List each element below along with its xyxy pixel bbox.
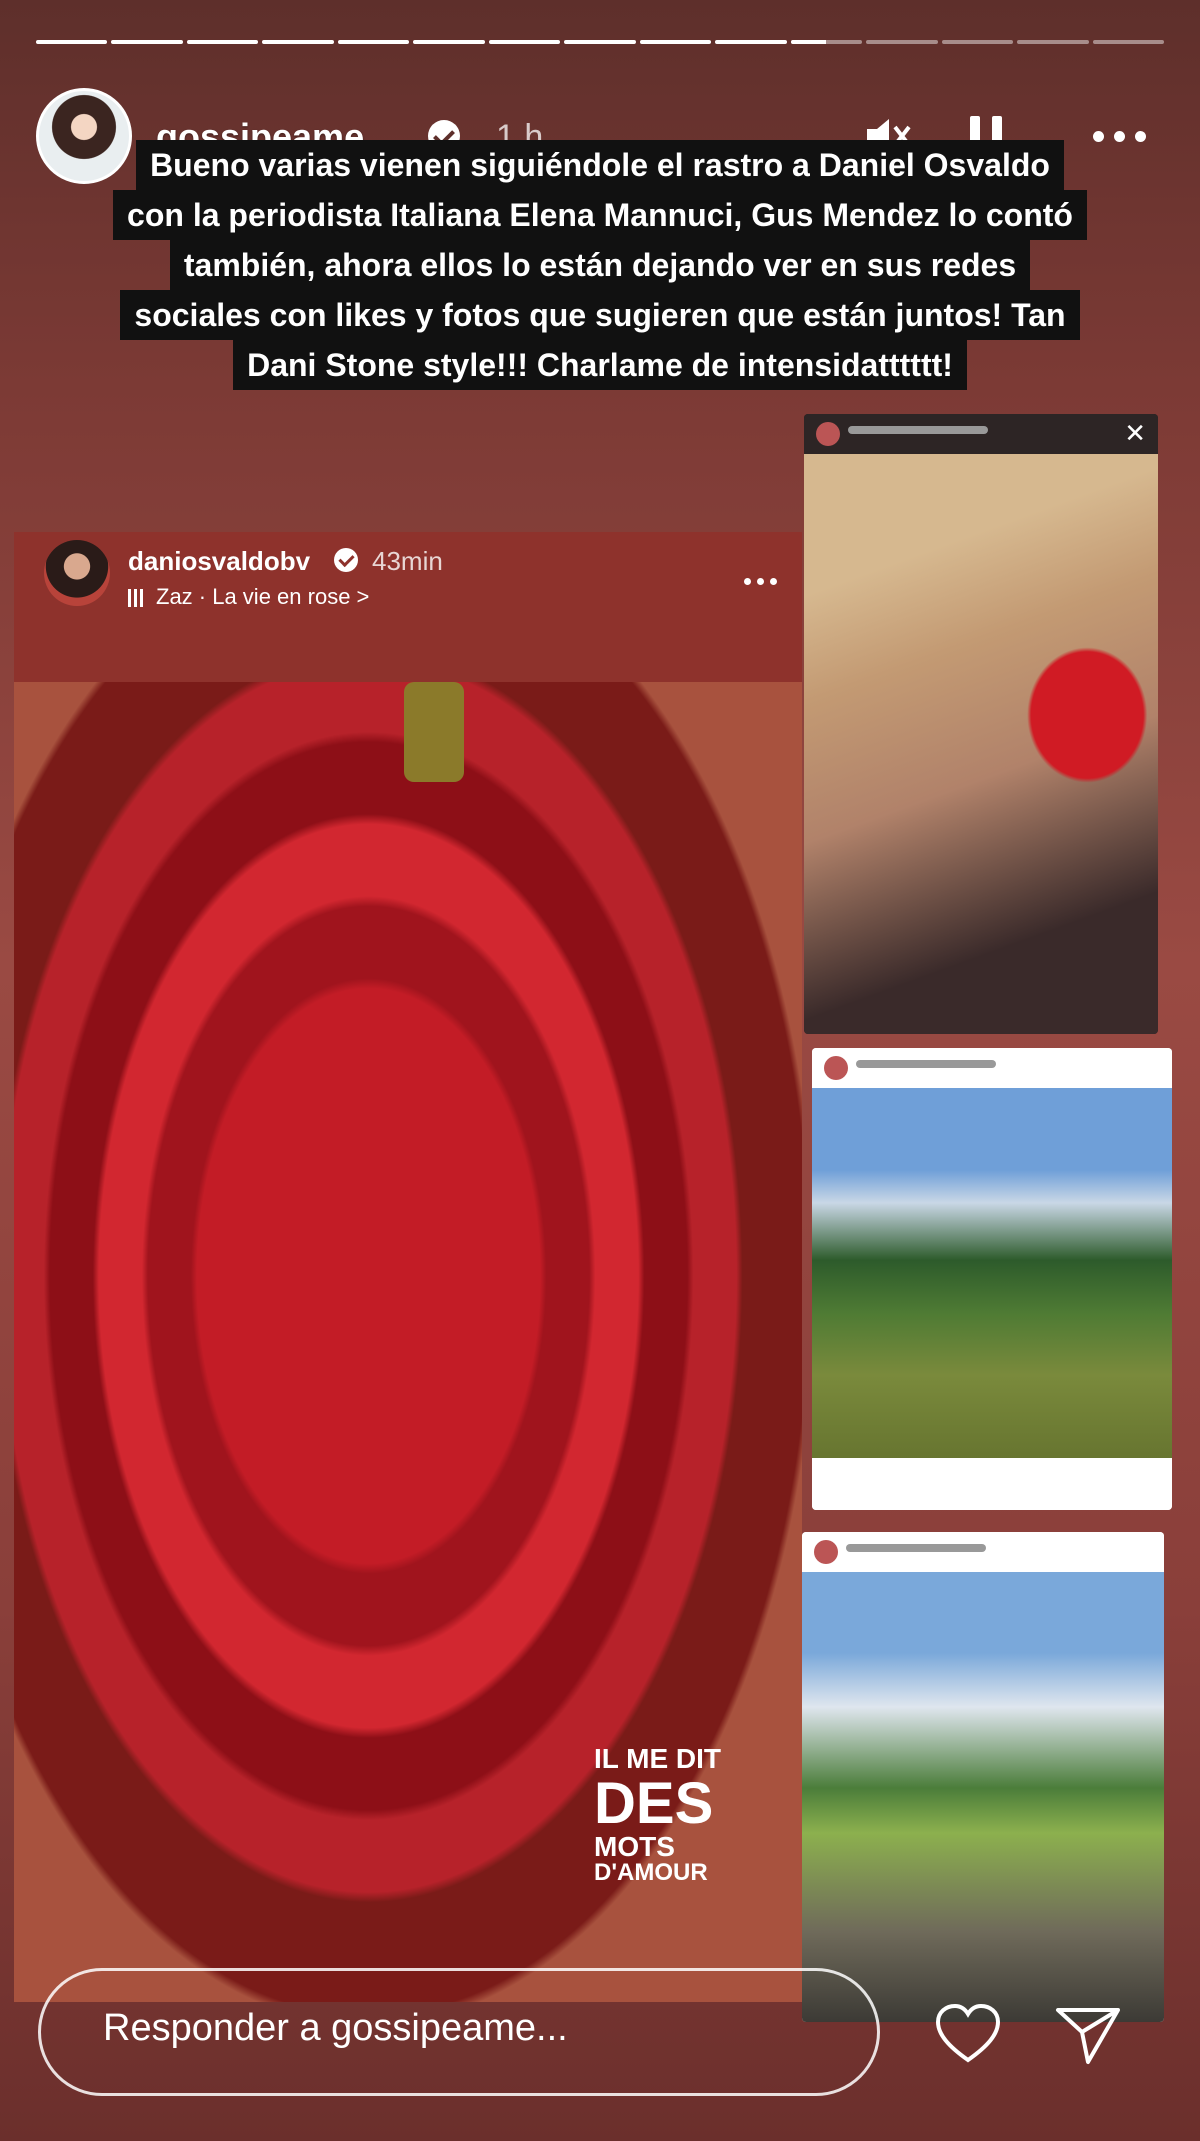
progress-segment <box>941 40 1014 44</box>
avatar <box>816 422 840 446</box>
progress-segment <box>715 40 787 44</box>
post-avatar[interactable] <box>44 540 110 606</box>
caption-line: Dani Stone style!!! Charlame de intensid… <box>233 340 967 390</box>
music-label: Zaz · La vie en rose > <box>156 584 370 609</box>
reply-input[interactable]: Responder a gossipeame... <box>38 1968 880 2096</box>
reply-placeholder: Responder a gossipeame... <box>103 2007 568 2049</box>
progress-segment <box>866 40 938 44</box>
blurred-username <box>846 1544 986 1552</box>
post-quote: IL ME DIT DES MOTS D'AMOUR <box>594 1745 721 1885</box>
progress-segment <box>337 40 410 44</box>
send-icon[interactable] <box>1050 1996 1126 2072</box>
progress-segment <box>488 40 561 44</box>
progress-segment <box>1092 40 1165 44</box>
close-icon: ✕ <box>1124 418 1146 448</box>
card-header: ✕ <box>804 414 1158 454</box>
progress-segment <box>186 40 259 44</box>
story-caption: Bueno varias vienen siguiéndole el rastr… <box>14 140 1186 390</box>
progress-segment <box>790 40 863 44</box>
quote-line: DES <box>594 1771 714 1836</box>
blurred-username <box>848 426 988 434</box>
quote-line: D'AMOUR <box>594 1859 708 1886</box>
avatar <box>814 1540 838 1564</box>
rose-stem <box>404 682 464 782</box>
verified-icon <box>334 548 358 572</box>
progress-segment <box>413 40 485 44</box>
card-header <box>812 1048 1172 1088</box>
selfie-photo <box>804 454 1158 1034</box>
progress-segment <box>262 40 334 44</box>
progress-segment <box>111 40 183 44</box>
hillside-photo <box>802 1572 1164 2022</box>
music-bars-icon <box>128 589 146 608</box>
card-actions <box>812 1458 1172 1510</box>
quote-line: IL ME DIT <box>594 1743 722 1774</box>
progress-segment <box>564 40 636 44</box>
avatar <box>824 1056 848 1080</box>
hillside-post-card <box>802 1532 1164 2022</box>
post-time: 43min <box>372 546 443 576</box>
post-username[interactable]: daniosvaldobv <box>128 546 310 577</box>
progress-segment <box>1017 40 1089 44</box>
post-music[interactable]: Zaz · La vie en rose > <box>128 584 369 610</box>
post-header: daniosvaldobv 43min Zaz · La vie en rose… <box>14 532 802 682</box>
caption-line: sociales con likes y fotos que sugieren … <box>120 290 1080 340</box>
caption-line: también, ahora ellos lo están dejando ve… <box>169 240 1031 290</box>
story-progress <box>36 40 1165 44</box>
caption-line: con la periodista Italiana Elena Mannuci… <box>113 190 1087 240</box>
selfie-story-card: ✕ <box>804 414 1158 1034</box>
progress-segment <box>36 40 108 44</box>
quote-line: MOTS <box>594 1831 675 1862</box>
caption-line: Bueno varias vienen siguiéndole el rastr… <box>136 140 1064 190</box>
vineyard-photo <box>812 1088 1172 1498</box>
more-icon[interactable] <box>741 572 780 590</box>
blurred-username <box>856 1060 996 1068</box>
progress-segment <box>639 40 712 44</box>
heart-icon[interactable] <box>930 1996 1006 2072</box>
card-header <box>802 1532 1164 1572</box>
vineyard-post-card <box>812 1048 1172 1510</box>
